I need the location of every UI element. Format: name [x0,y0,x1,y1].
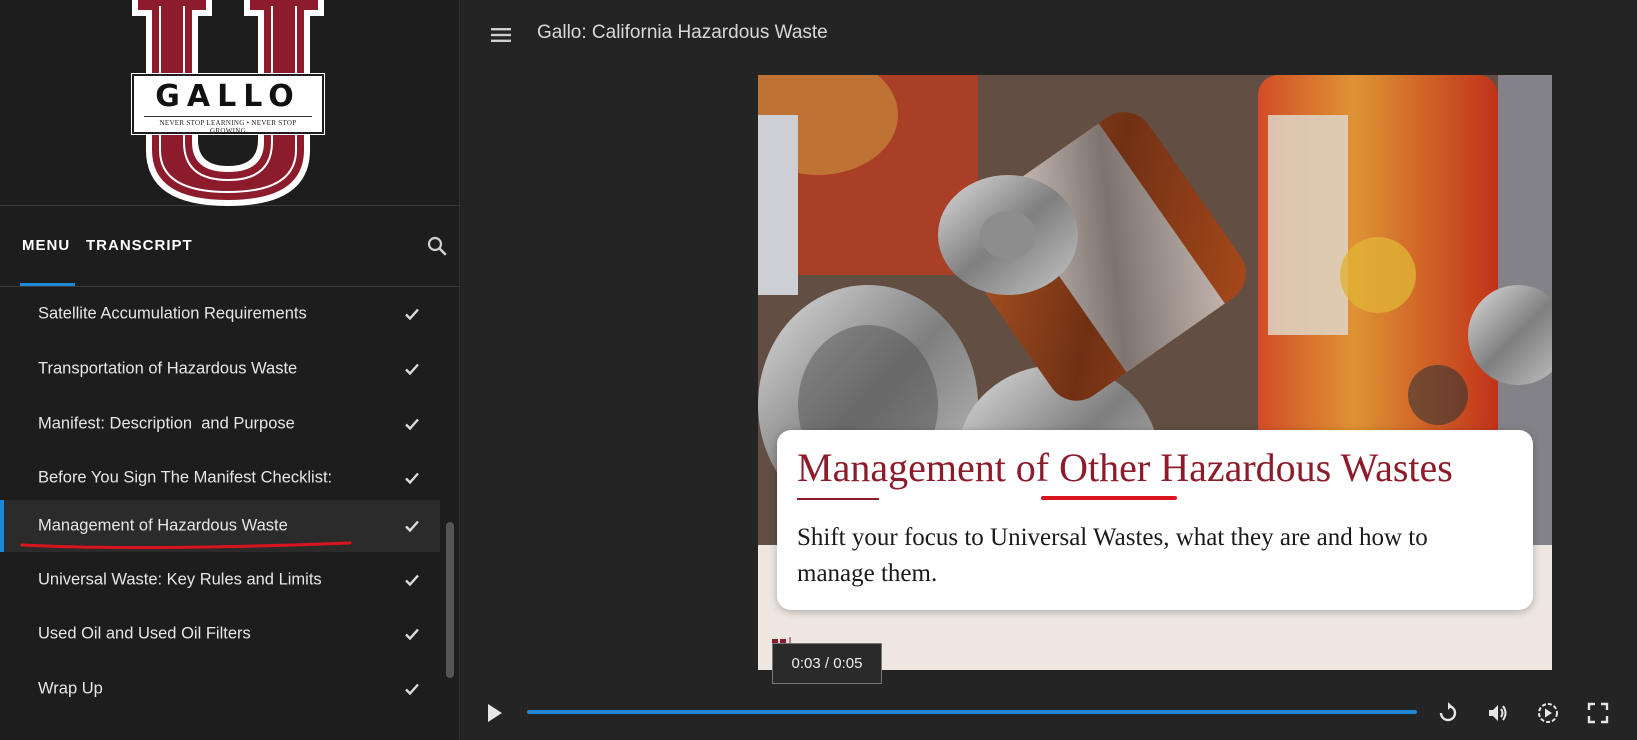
slide-text-card: Management of Other Hazardous Wastes Shi… [777,430,1533,610]
menu-item-universal-waste[interactable]: Universal Waste: Key Rules and Limits [0,554,440,606]
course-title: Gallo: California Hazardous Waste [537,22,828,43]
active-item-indicator [0,500,4,552]
check-icon [405,574,419,587]
menu-item-label: Transportation of Hazardous Waste [38,359,298,378]
menu-list: Satellite Accumulation Requirements Tran… [0,288,460,740]
player-controls [461,690,1637,740]
menu-item-before-you-sign[interactable]: Before You Sign The Manifest Checklist: [0,452,440,504]
progress-fill [527,710,1417,714]
tab-transcript[interactable]: TRANSCRIPT [86,237,193,254]
playback-speed-icon[interactable] [1535,700,1561,726]
logo-wordmark: GALLO NEVER STOP LEARNING • NEVER STOP G… [131,73,325,135]
check-icon [405,472,419,485]
check-icon [405,418,419,431]
title-accent-line [797,498,879,500]
sidebar: GALLO NEVER STOP LEARNING • NEVER STOP G… [0,0,460,740]
gallo-u-logo: GALLO NEVER STOP LEARNING • NEVER STOP G… [128,0,328,206]
menu-item-label: Wrap Up [38,679,103,698]
menu-item-label: Manifest: Description and Purpose [38,414,295,433]
active-tab-indicator [20,283,75,286]
sidebar-tabs: MENU TRANSCRIPT [0,207,460,287]
topbar: Gallo: California Hazardous Waste [461,0,1637,70]
play-icon[interactable] [481,700,507,726]
volume-icon[interactable] [1485,700,1511,726]
check-icon [405,520,419,533]
hamburger-menu-icon[interactable] [489,25,513,45]
check-icon [405,683,419,696]
logo-word: GALLO [155,79,301,114]
fullscreen-icon[interactable] [1585,700,1611,726]
replay-icon[interactable] [1435,700,1461,726]
slide-title: Management of Other Hazardous Wastes [797,445,1453,490]
menu-item-manifest[interactable]: Manifest: Description and Purpose [0,398,440,450]
check-icon [405,628,419,641]
check-icon [405,308,419,321]
menu-item-label: Management of Hazardous Waste [38,516,288,535]
tab-menu[interactable]: MENU [22,237,70,254]
annotation-underline [20,541,352,550]
menu-item-transportation[interactable]: Transportation of Hazardous Waste [0,343,440,395]
logo-area: GALLO NEVER STOP LEARNING • NEVER STOP G… [0,0,460,206]
slide-body: Shift your focus to Universal Wastes, wh… [797,524,1428,587]
menu-item-label: Universal Waste: Key Rules and Limits [38,570,322,589]
search-icon[interactable] [426,235,448,257]
menu-item-label: Satellite Accumulation Requirements [38,304,307,323]
logo-tagline: NEVER STOP LEARNING • NEVER STOP GROWING [144,116,312,135]
slide: Management of Other Hazardous Wastes Shi… [758,75,1552,670]
menu-item-label: Before You Sign The Manifest Checklist: [38,468,333,487]
menu-item-satellite-accumulation[interactable]: Satellite Accumulation Requirements [0,288,440,340]
check-icon [405,363,419,376]
annotation-underline-title [1041,496,1177,500]
menu-item-used-oil[interactable]: Used Oil and Used Oil Filters [0,608,440,660]
menu-item-wrap-up[interactable]: Wrap Up [0,663,440,715]
time-tooltip: 0:03 / 0:05 [772,643,882,684]
progress-bar[interactable] [527,710,1417,714]
sidebar-scrollbar-thumb[interactable] [446,522,454,678]
menu-item-label: Used Oil and Used Oil Filters [38,624,251,643]
